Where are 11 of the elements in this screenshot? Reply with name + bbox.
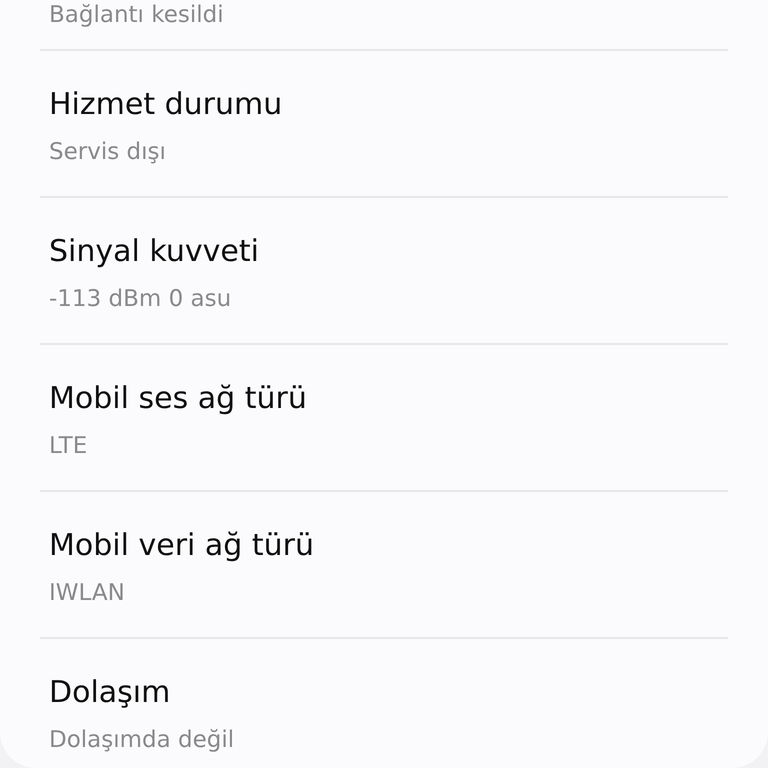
item-title: Dolaşım — [49, 675, 172, 711]
item-subtitle: Servis dışı — [49, 138, 167, 167]
item-title: Sinyal kuvveti — [49, 234, 260, 270]
item-subtitle: -113 dBm 0 asu — [49, 285, 232, 314]
item-title: Hizmet durumu — [49, 87, 284, 123]
item-title: Mobil ses ağ türü — [49, 381, 308, 417]
item-subtitle: LTE — [49, 432, 88, 461]
item-subtitle: IWLAN — [49, 579, 126, 608]
item-subtitle: Dolaşımda değil — [49, 726, 236, 755]
item-subtitle: Bağlantı kesildi — [49, 2, 224, 28]
item-title: Mobil veri ağ türü — [49, 528, 315, 564]
